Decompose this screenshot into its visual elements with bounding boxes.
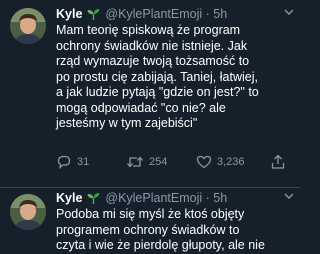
tweet-actions: 31 254 3,236	[56, 152, 292, 172]
avatar[interactable]	[10, 194, 46, 230]
tweet-divider	[0, 187, 300, 188]
display-name[interactable]: Kyle	[56, 191, 82, 205]
retweet-button[interactable]: 254	[126, 152, 167, 172]
retweet-icon	[126, 154, 144, 170]
display-name[interactable]: Kyle	[56, 7, 82, 21]
avatar[interactable]	[10, 8, 46, 44]
seedling-icon	[87, 8, 100, 24]
tweet-text: Podoba mi się myśl że ktoś objęty progra…	[56, 207, 265, 252]
separator-dot: ·	[205, 7, 210, 21]
timestamp[interactable]: 5h	[213, 7, 227, 21]
tweet[interactable]: Kyle @KylePlantEmoji · 5h Podoba mi się …	[0, 190, 300, 252]
user-handle[interactable]: @KylePlantEmoji	[105, 7, 202, 21]
like-button[interactable]: 3,236	[196, 152, 245, 172]
chevron-down-icon[interactable]	[284, 192, 294, 203]
reply-button[interactable]: 31	[56, 152, 89, 172]
chevron-down-icon[interactable]	[284, 8, 294, 19]
user-handle[interactable]: @KylePlantEmoji	[105, 191, 202, 205]
separator-dot: ·	[205, 191, 210, 205]
heart-icon	[196, 154, 212, 170]
reply-count: 31	[77, 156, 90, 168]
share-icon	[270, 154, 286, 170]
tweet[interactable]: Kyle @KylePlantEmoji · 5h Mam teorię spi…	[0, 0, 300, 188]
tweet-header: Kyle @KylePlantEmoji · 5h	[56, 6, 296, 22]
share-button[interactable]	[270, 152, 286, 172]
seedling-icon	[87, 192, 100, 208]
tweet-header: Kyle @KylePlantEmoji · 5h	[56, 190, 296, 206]
tweet-text: Mam teorię spiskową że program ochrony ś…	[56, 23, 259, 130]
reply-icon	[56, 154, 72, 170]
like-count: 3,236	[217, 156, 245, 168]
timestamp[interactable]: 5h	[213, 191, 227, 205]
retweet-count: 254	[149, 156, 168, 168]
